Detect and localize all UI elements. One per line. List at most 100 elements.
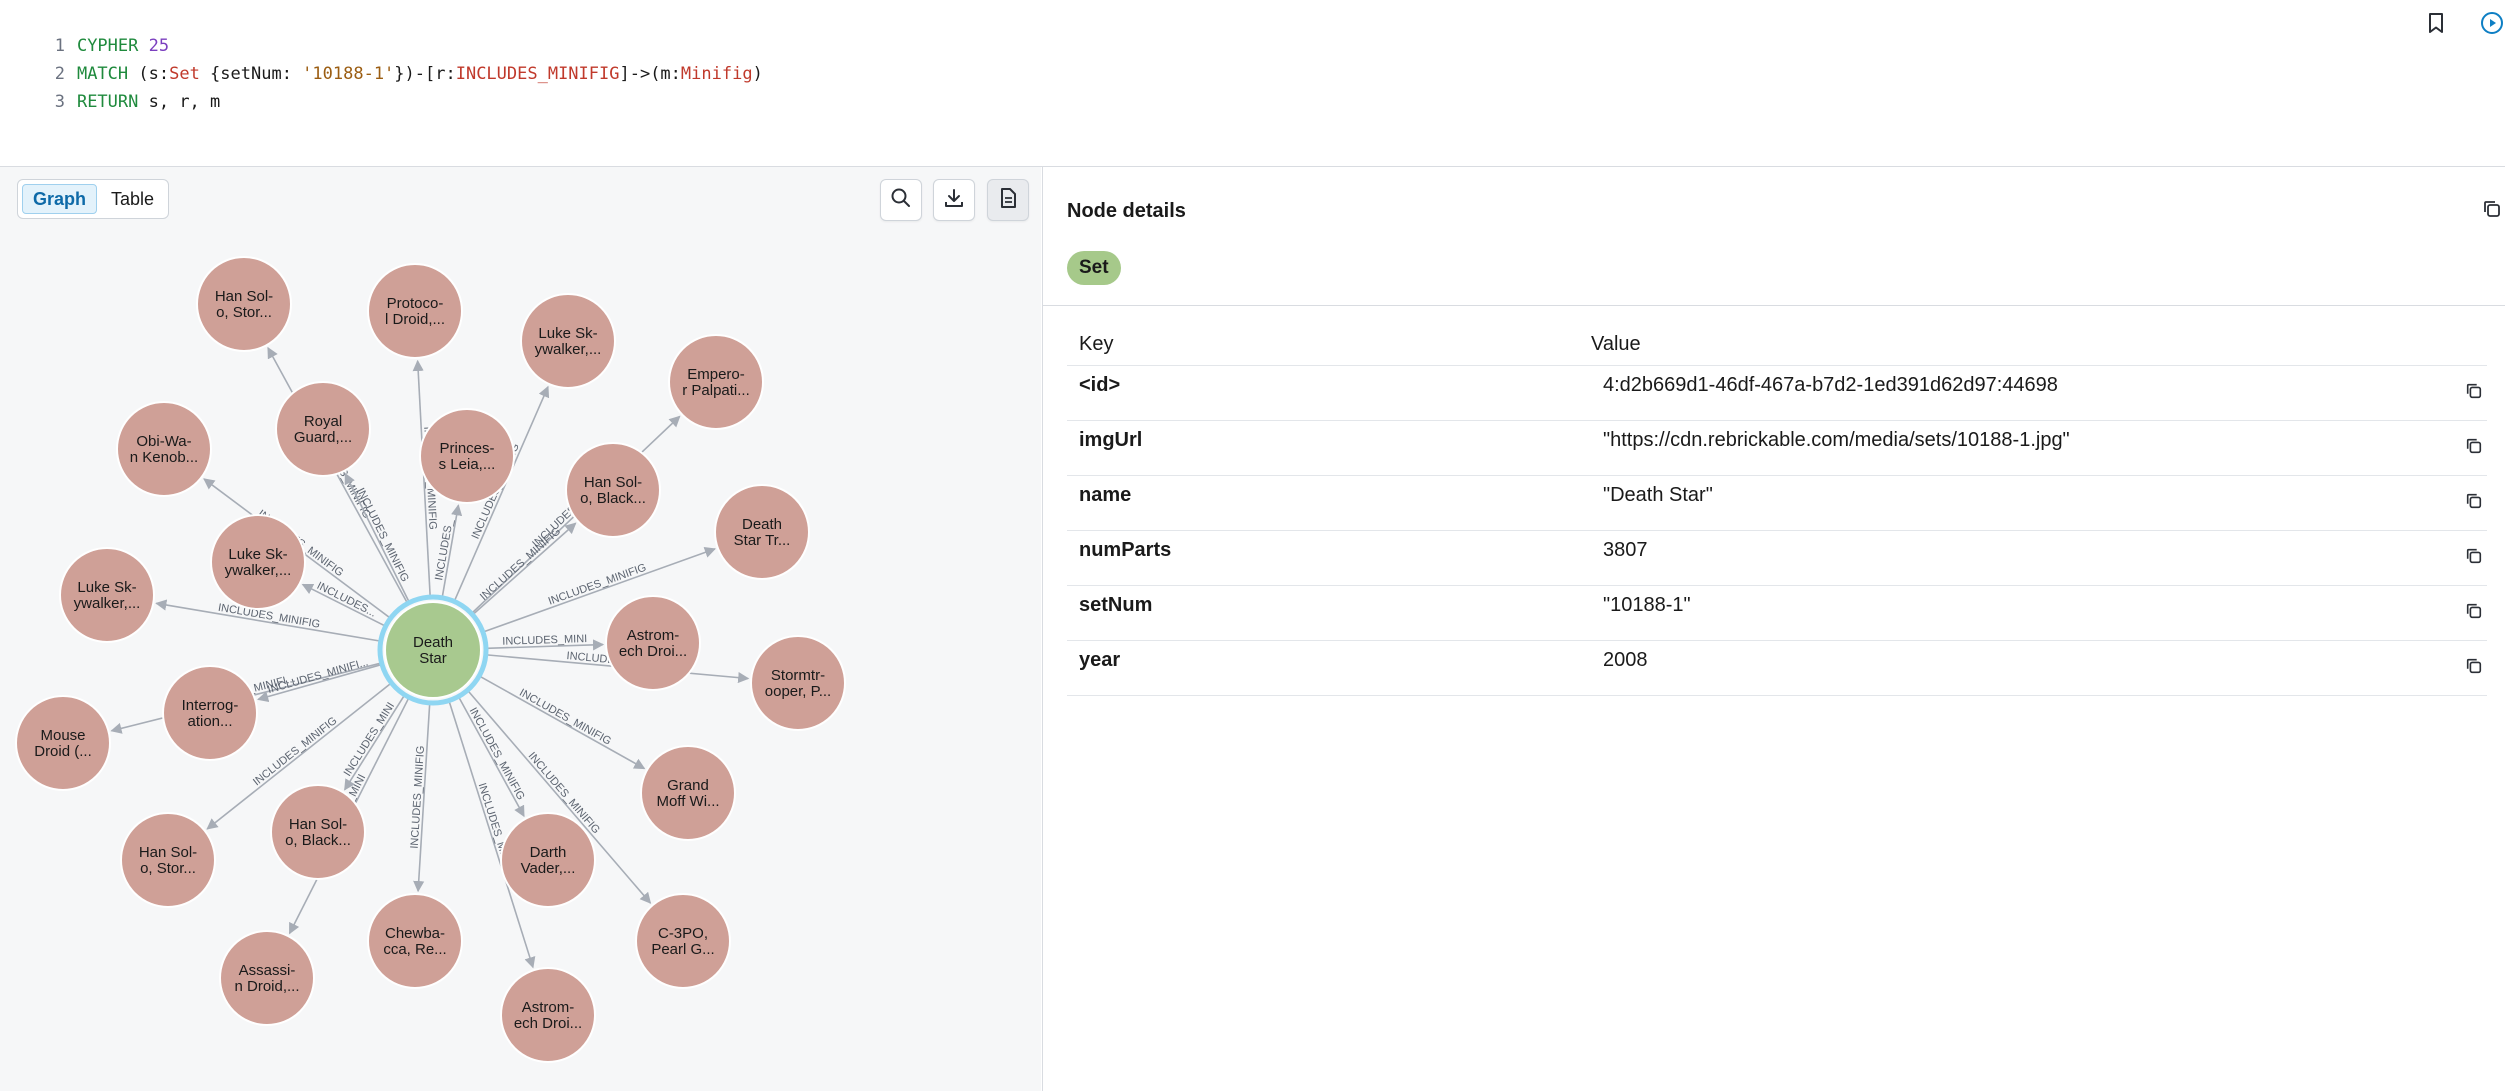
property-key: imgUrl: [1079, 429, 1143, 451]
download-icon: [943, 187, 965, 214]
set-node-death-star[interactable]: DeathStar: [377, 594, 489, 706]
minifig-node[interactable]: MouseDroid (...: [15, 695, 111, 791]
minifig-node[interactable]: Princes-s Leia,...: [419, 408, 515, 504]
property-row: year 2008: [1067, 641, 2487, 696]
code-line-1[interactable]: 1 CYPHER 25: [0, 4, 169, 56]
edge-label: INCLUDES_MINIFIG: [251, 715, 339, 789]
code-line-2[interactable]: 2 MATCH (s:Set {setNum: '10188-1'})-[r:IN…: [0, 32, 763, 84]
property-value[interactable]: "https://cdn.rebrickable.com/media/sets/…: [1603, 421, 2070, 459]
copy-value-button[interactable]: [2461, 545, 2487, 571]
node-label: Han Sol-: [139, 844, 197, 861]
property-value[interactable]: 3807: [1603, 531, 1648, 569]
copy-icon: [2465, 602, 2483, 625]
minifig-node[interactable]: RoyalGuard,...: [275, 381, 371, 477]
property-key: setNum: [1079, 594, 1153, 616]
node-label: C-3PO,: [658, 925, 708, 942]
node-label: Han Sol-: [215, 288, 273, 305]
code-text: ]->(m:: [619, 64, 681, 84]
edge-label: INCLUDES_MINIFIG: [478, 525, 563, 603]
copy-icon: [2465, 547, 2483, 570]
header-value: Value: [1591, 333, 1641, 355]
minifig-node[interactable]: Obi-Wa-n Kenob...: [116, 401, 212, 497]
minifig-node[interactable]: Han Sol-o, Stor...: [120, 812, 216, 908]
node-label: Droid (...: [34, 743, 92, 760]
node-label: Grand: [667, 777, 709, 794]
node-label: n Droid,...: [234, 978, 299, 995]
label-badge-set[interactable]: Set: [1067, 251, 1121, 285]
node-label: Astrom-: [522, 999, 575, 1016]
node-label: Interrog-: [182, 697, 239, 714]
node-label: Chewba-: [385, 925, 445, 942]
node-label: Obi-Wa-: [136, 433, 191, 450]
node-label: ooper, P...: [765, 683, 831, 700]
node-label: Astrom-: [627, 627, 680, 644]
property-value[interactable]: 4:d2b669d1-46df-467a-b7d2-1ed391d62d97:4…: [1603, 366, 2058, 404]
minifig-node[interactable]: Stormtr-ooper, P...: [750, 635, 846, 731]
copy-value-button[interactable]: [2461, 380, 2487, 406]
minifig-node[interactable]: Han Sol-o, Black...: [565, 442, 661, 538]
properties-table: Key Value <id> 4:d2b669d1-46df-467a-b7d2-…: [1067, 323, 2487, 696]
property-key: year: [1079, 649, 1121, 671]
property-value[interactable]: 2008: [1603, 641, 1648, 679]
node-label: Stormtr-: [771, 667, 825, 684]
property-value[interactable]: "Death Star": [1603, 476, 1713, 514]
node-label: Assassi-: [239, 962, 296, 979]
minifig-node[interactable]: Interrog-ation...: [162, 665, 258, 761]
property-row: imgUrl "https://cdn.rebrickable.com/media…: [1067, 421, 2487, 476]
minifig-node[interactable]: DarthVader,...: [500, 812, 596, 908]
copy-icon: [2465, 492, 2483, 515]
graph-panel[interactable]: INCLUDES_MINIFIG INCLUDES_MINIFIG INCLUDES…: [0, 167, 1041, 1091]
minifig-node[interactable]: DeathStar Tr...: [714, 484, 810, 580]
copy-value-button[interactable]: [2461, 655, 2487, 681]
minifig-node[interactable]: Assassi-n Droid,...: [219, 930, 315, 1026]
document-icon: [998, 187, 1018, 214]
node-label: o, Black...: [285, 832, 351, 849]
property-row: numParts 3807: [1067, 531, 2487, 586]
copy-icon: [2482, 199, 2502, 224]
copy-icon: [2465, 657, 2483, 680]
search-button[interactable]: [880, 179, 922, 221]
properties-header: Key Value: [1067, 323, 2487, 366]
query-editor[interactable]: 1 CYPHER 25 2 MATCH (s:Set {setNum: '10188…: [0, 0, 2505, 167]
code-line-3[interactable]: 3 RETURN s, r, m: [0, 60, 221, 112]
minifig-node[interactable]: Astrom-ech Droi...: [500, 967, 596, 1063]
graph-canvas[interactable]: INCLUDES_MINIFIGINCLUDES_MINIFIGINCLUDES…: [0, 167, 1041, 1091]
node-label: Empero-: [687, 366, 745, 383]
code-text: ): [752, 64, 763, 84]
minifig-node[interactable]: Astrom-ech Droi...: [605, 595, 701, 691]
view-toggle: Graph Table: [17, 179, 170, 219]
tab-table[interactable]: Table: [101, 184, 164, 214]
copy-value-button[interactable]: [2461, 490, 2487, 516]
node-label: ywalker,...: [74, 595, 141, 612]
minifig-node[interactable]: Han Sol-o, Black...: [270, 784, 366, 880]
code-text: })-[r:: [394, 64, 456, 84]
minifig-node[interactable]: C-3PO,Pearl G...: [635, 893, 731, 989]
run-icon[interactable]: [2478, 9, 2505, 37]
minifig-node[interactable]: Han Sol-o, Stor...: [196, 256, 292, 352]
node-label: Princes-: [439, 440, 494, 457]
minifig-node[interactable]: GrandMoff Wi...: [640, 745, 736, 841]
minifig-node[interactable]: Luke Sk-ywalker,...: [59, 547, 155, 643]
node-label: Death: [413, 634, 453, 651]
copy-all-button[interactable]: [2478, 197, 2505, 225]
property-key: name: [1079, 484, 1132, 506]
minifig-node[interactable]: Empero-r Palpati...: [668, 334, 764, 430]
node-label: Star: [419, 650, 447, 667]
node-label: n Kenob...: [130, 449, 198, 466]
code-keyword: RETURN: [76, 92, 139, 112]
bookmark-icon[interactable]: [2422, 9, 2450, 37]
node-details-toggle-button[interactable]: [987, 179, 1029, 221]
node-label: Star Tr...: [734, 532, 791, 549]
node-label: Protoco-: [387, 295, 444, 312]
minifig-node[interactable]: Luke Sk-ywalker,...: [520, 293, 616, 389]
node-label: s Leia,...: [439, 456, 496, 473]
minifig-node[interactable]: Luke Sk-ywalker,...: [210, 514, 306, 610]
property-row: <id> 4:d2b669d1-46df-467a-b7d2-1ed391d62d…: [1067, 366, 2487, 421]
property-value[interactable]: "10188-1": [1603, 586, 1691, 624]
minifig-node[interactable]: Chewba-cca, Re...: [367, 893, 463, 989]
download-button[interactable]: [933, 179, 975, 221]
copy-value-button[interactable]: [2461, 435, 2487, 461]
copy-value-button[interactable]: [2461, 600, 2487, 626]
tab-graph[interactable]: Graph: [22, 184, 98, 214]
minifig-node[interactable]: Protoco-l Droid,...: [367, 263, 463, 359]
